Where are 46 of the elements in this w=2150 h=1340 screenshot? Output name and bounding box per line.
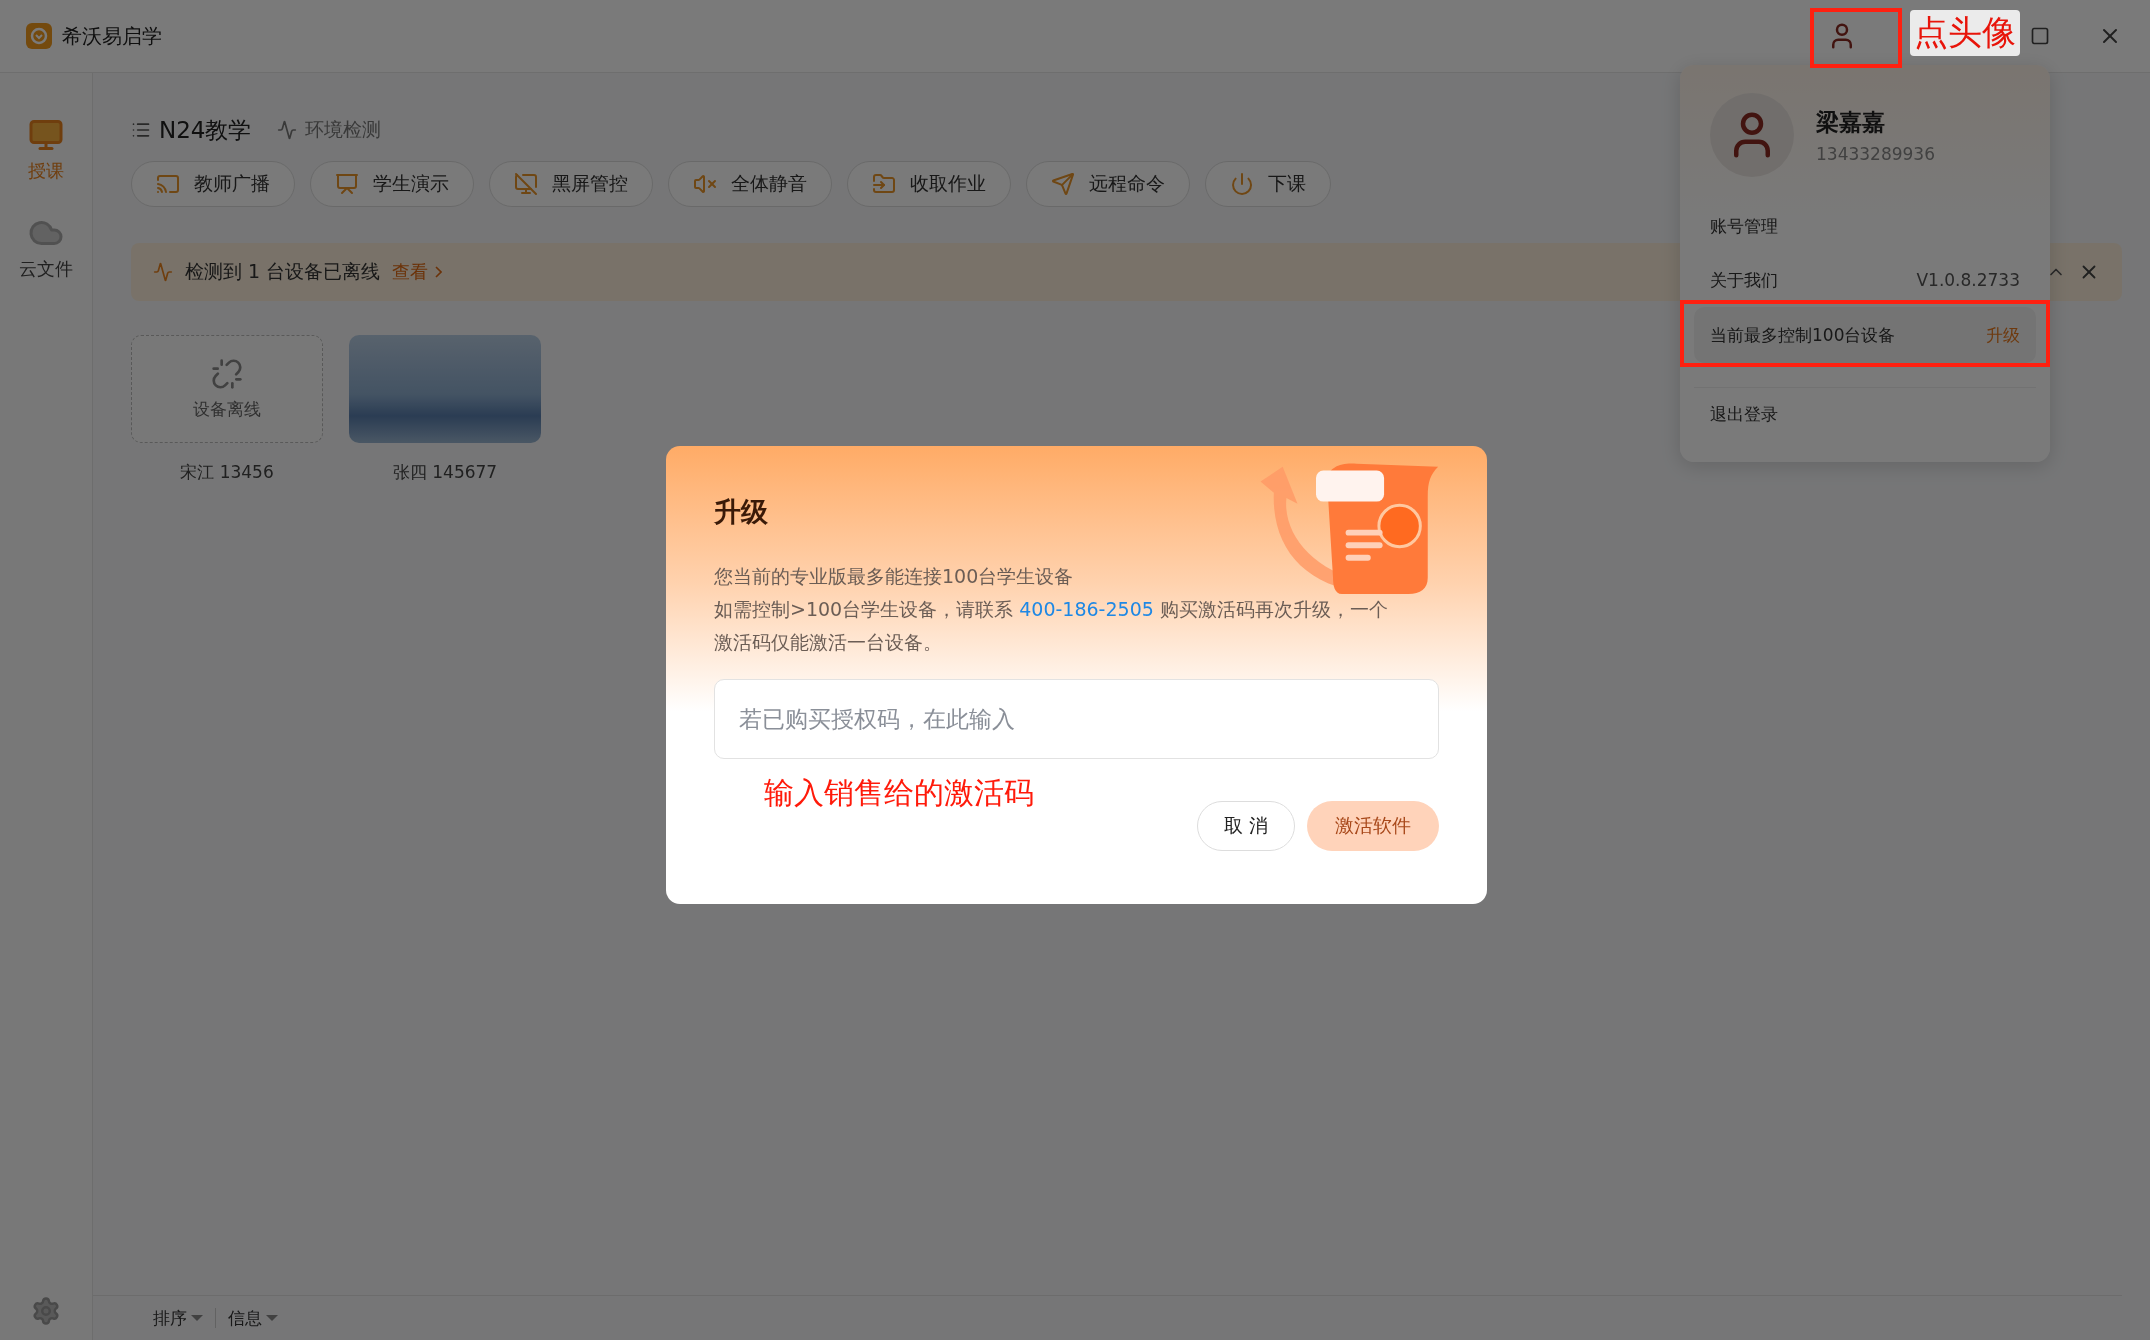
broken-link-icon (211, 357, 243, 390)
env-check-link[interactable]: 环境检测 (277, 117, 382, 143)
toolbar-button[interactable]: 教师广播 (131, 161, 295, 207)
pulse-icon (277, 120, 298, 140)
menu-item[interactable]: 当前最多控制100台设备 升级 (1694, 307, 2036, 363)
app-logo-icon (26, 23, 52, 49)
toolbar-button[interactable]: 下课 (1205, 161, 1331, 207)
send-icon (1051, 172, 1075, 196)
app-title: 希沃易启学 (62, 22, 162, 50)
user-name: 梁嘉嘉 (1816, 107, 1886, 137)
view-link[interactable]: 查看 (392, 260, 443, 284)
device-name: 张四 145677 (392, 461, 498, 484)
toolbar-button[interactable]: 黑屏管控 (489, 161, 653, 207)
maximize-icon (2030, 26, 2050, 46)
menu-item[interactable]: 退出登录 (1694, 387, 2036, 441)
presentation-icon (335, 172, 359, 196)
broadcast-icon (156, 172, 180, 196)
chevron-right-icon (435, 266, 443, 278)
cancel-button[interactable]: 取 消 (1196, 801, 1295, 851)
settings-icon[interactable] (31, 1296, 61, 1326)
toolbar-button[interactable]: 远程命令 (1026, 161, 1190, 207)
menu-item[interactable]: 账号管理 (1694, 199, 2036, 253)
info-dropdown[interactable]: 信息 (228, 1306, 278, 1330)
toolbar-button[interactable]: 收取作业 (847, 161, 1011, 207)
phone-link[interactable]: 400-186-2505 (1019, 598, 1154, 620)
device-name: 宋江 13456 (180, 461, 274, 484)
annotation-text: 点头像 (1910, 10, 2020, 56)
dialog-text: 如需控制>100台学生设备，请联系 400-186-2505 购买激活码再次升级，一个激活码仅能激活一台设备。 (714, 597, 1389, 655)
power-icon (1230, 172, 1254, 196)
folder-icon (872, 172, 896, 196)
device-card[interactable]: 设备离线 (131, 335, 323, 443)
annotation-text: 输入销售给的激活码 (764, 774, 1034, 812)
toolbar-button[interactable]: 全体静音 (668, 161, 832, 207)
input-field[interactable]: 若已购买授权码，在此输入 (714, 679, 1439, 759)
list-icon (131, 120, 151, 140)
mute-icon (693, 172, 717, 196)
banner-message: 检测到 1 台设备已离线 (185, 259, 381, 284)
user-phone: 13433289936 (1816, 143, 1935, 164)
sidebar-item[interactable]: 云文件 (15, 211, 77, 285)
sort-dropdown[interactable]: 排序 (153, 1306, 203, 1330)
toolbar-button[interactable]: 学生演示 (310, 161, 474, 207)
device-status: 设备离线 (193, 397, 261, 421)
dialog-title: 升级 (714, 495, 769, 529)
screen-off-icon (514, 172, 538, 196)
class-title[interactable]: N24教学 (131, 114, 252, 146)
dialog-text: 您当前的专业版最多能连接100台学生设备 (714, 564, 1075, 589)
